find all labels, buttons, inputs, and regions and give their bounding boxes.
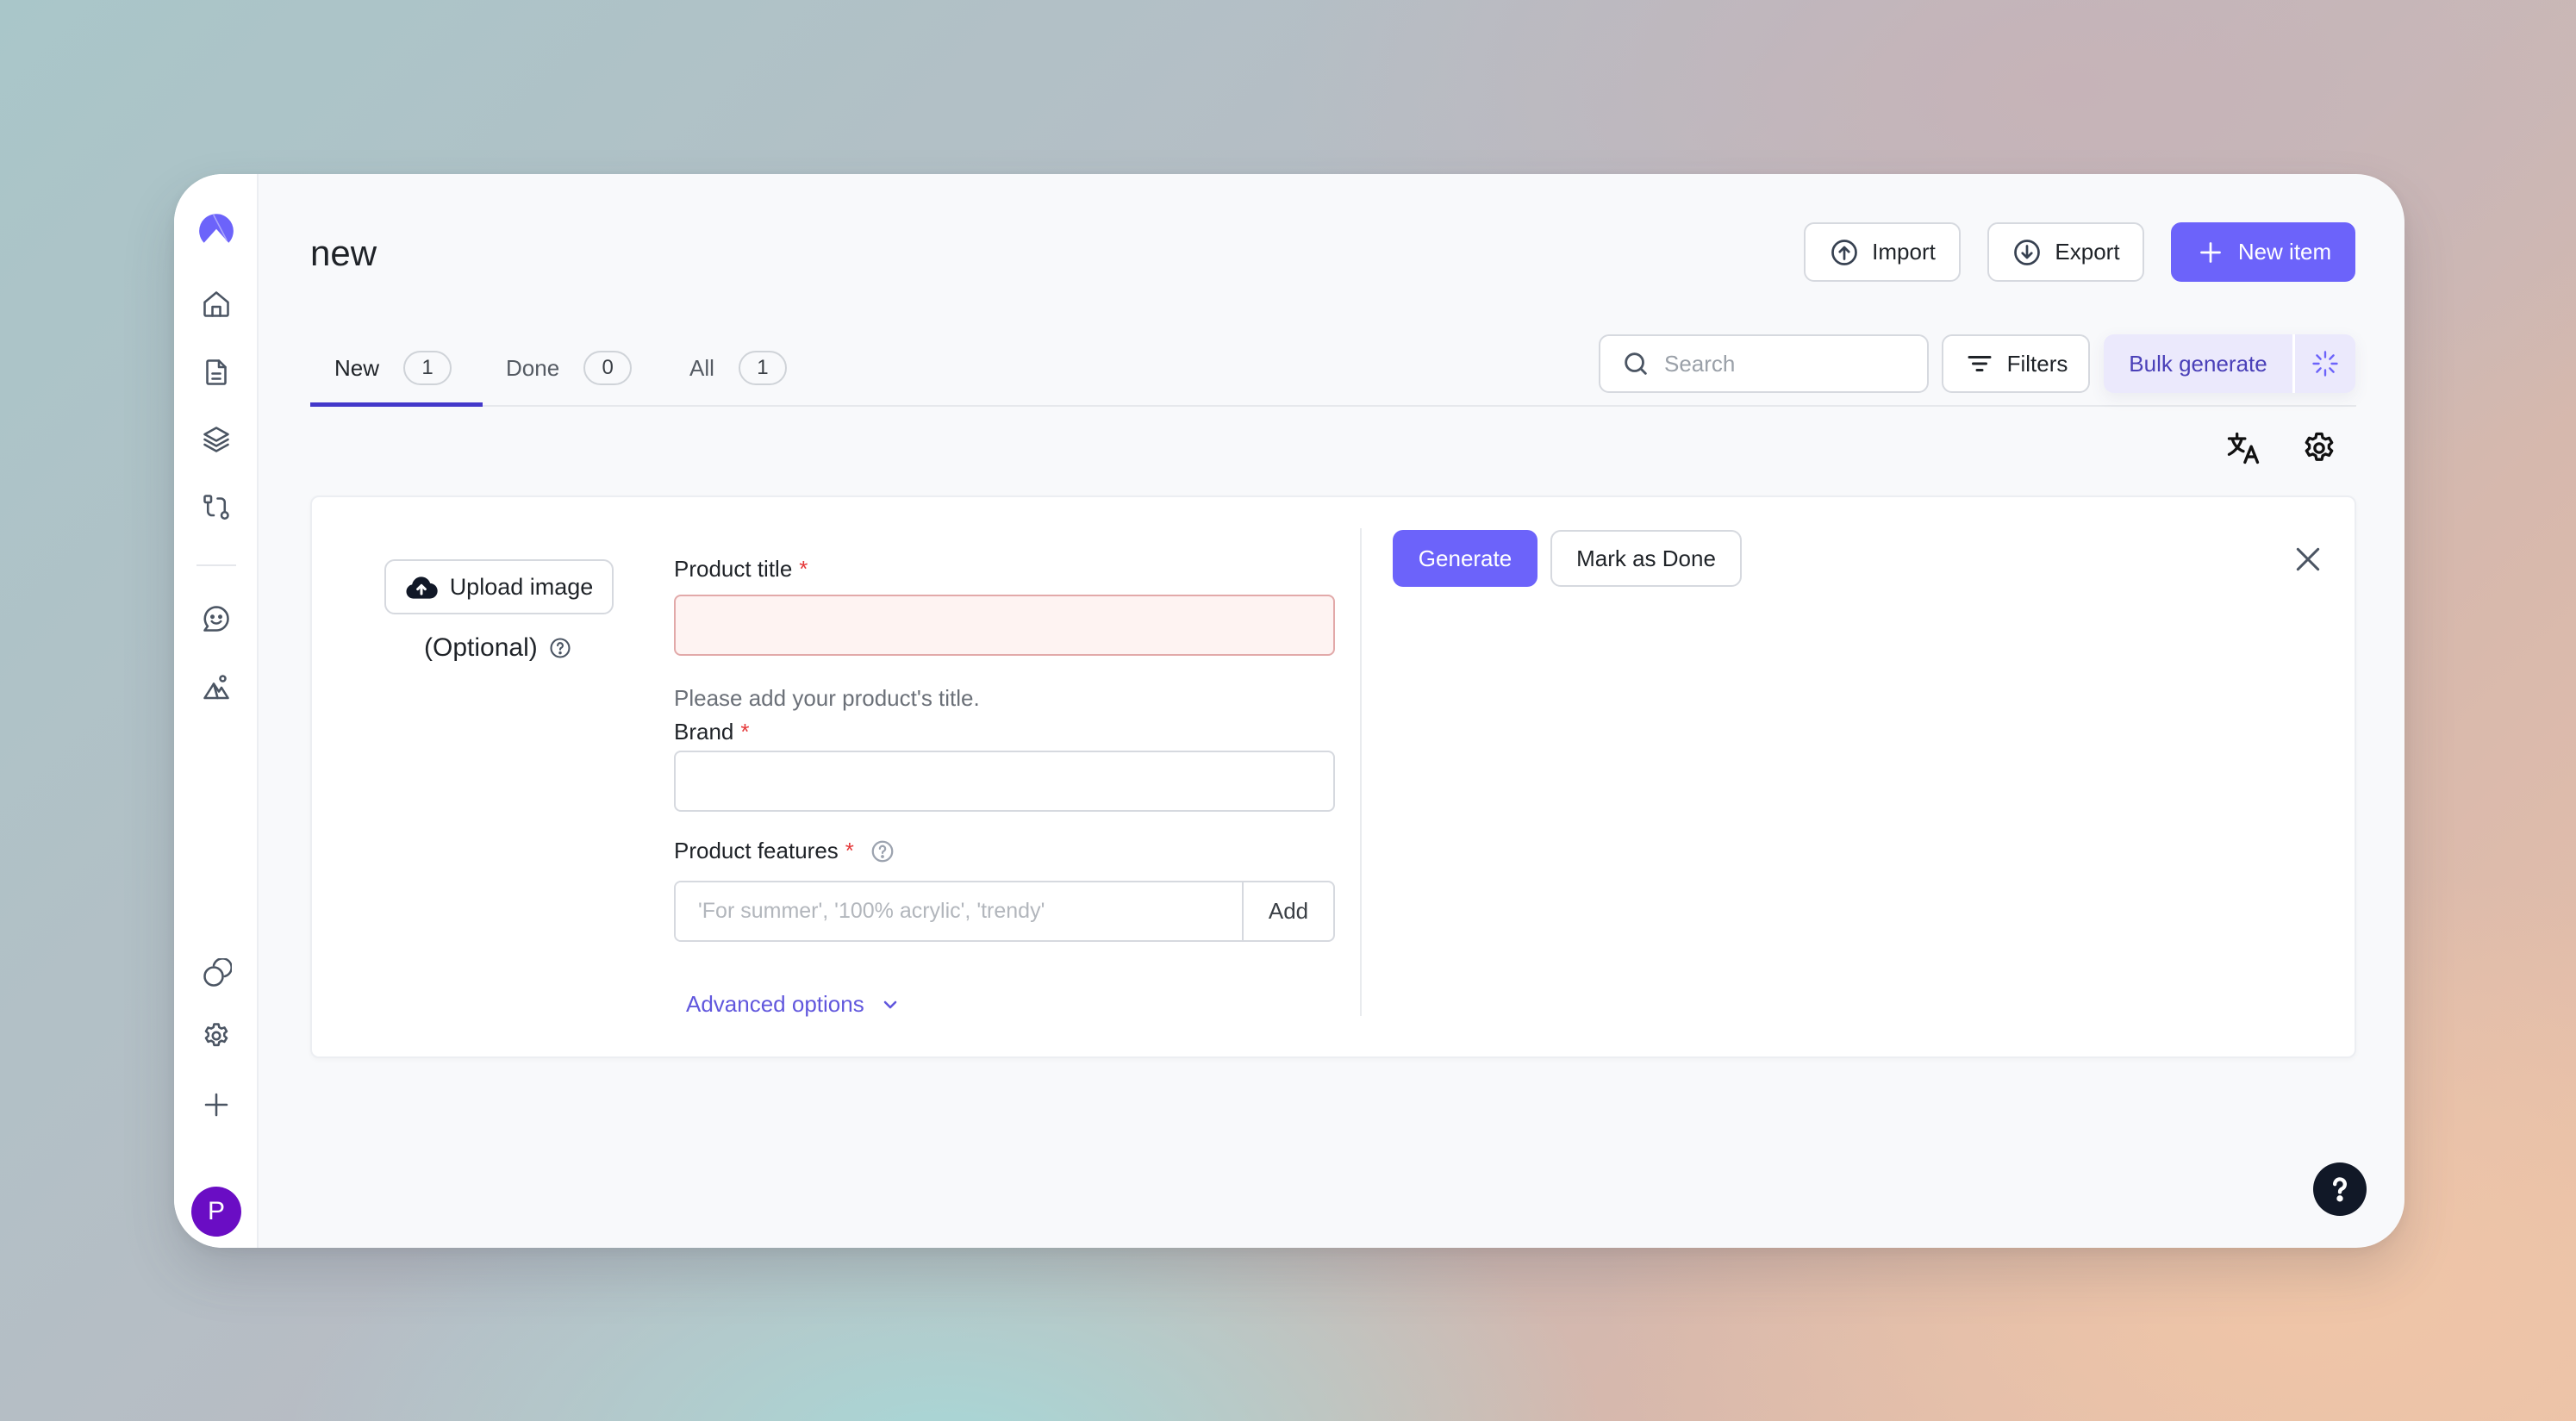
export-button[interactable]: Export (1987, 222, 2144, 282)
product-features-input[interactable] (676, 882, 1242, 940)
circles-icon (203, 958, 232, 987)
upload-image-label: Upload image (449, 573, 594, 600)
landscape-icon (203, 675, 229, 700)
search-box[interactable] (1599, 334, 1929, 393)
tab-all[interactable]: All 1 (689, 329, 787, 407)
home-icon (203, 291, 229, 317)
optional-label: (Optional) (424, 633, 538, 662)
sidebar-item-chat[interactable] (201, 603, 232, 634)
gear-icon (2305, 432, 2334, 461)
settings-button[interactable] (2300, 429, 2338, 467)
required-asterisk: * (799, 556, 808, 582)
item-card: Upload image (Optional) Product title * … (310, 495, 2356, 1058)
git-compare-icon (203, 495, 229, 520)
app-window: P new Import Export New item New 1 Done … (174, 174, 2404, 1248)
sidebar-item-settings[interactable] (201, 1020, 232, 1051)
sidebar-divider (196, 564, 236, 566)
card-divider (1360, 528, 1362, 1016)
document-icon (206, 359, 227, 385)
tab-count-badge: 1 (403, 351, 452, 385)
import-button[interactable]: Import (1804, 222, 1961, 282)
add-feature-button[interactable]: Add (1242, 882, 1333, 940)
plus-icon (204, 1093, 228, 1117)
generate-button[interactable]: Generate (1393, 530, 1537, 587)
bulk-generate-status[interactable] (2295, 334, 2355, 393)
brand-label: Brand * (674, 719, 750, 745)
sidebar-item-documents[interactable] (201, 357, 232, 388)
sidebar-item-home[interactable] (201, 289, 232, 320)
chevron-down-icon (883, 1000, 897, 1008)
search-input[interactable] (1664, 350, 1905, 377)
advanced-options-label: Advanced options (686, 991, 864, 1017)
bulk-generate-group: Bulk generate (2104, 334, 2355, 393)
chat-smile-icon (203, 606, 229, 632)
new-item-label: New item (2237, 239, 2332, 265)
product-features-label: Product features * (674, 838, 895, 864)
tabs-divider (310, 405, 2356, 407)
tab-done[interactable]: Done 0 (506, 329, 633, 407)
close-card-button[interactable] (2291, 542, 2325, 577)
sidebar-item-workflows[interactable] (201, 492, 232, 523)
bulk-generate-button[interactable]: Bulk generate (2104, 334, 2295, 393)
translate-button[interactable] (2224, 429, 2262, 467)
sidebar-item-layers[interactable] (201, 424, 232, 455)
download-circle-icon (2014, 239, 2041, 265)
sidebar-item-images[interactable] (201, 672, 232, 703)
help-circle-icon[interactable] (548, 636, 572, 660)
layers-icon (203, 427, 229, 452)
upload-optional-note: (Optional) (424, 633, 572, 663)
close-icon (2296, 547, 2320, 571)
app-logo-icon[interactable] (197, 212, 235, 250)
upload-image-button[interactable]: Upload image (384, 559, 614, 614)
product-title-label-text: Product title (674, 556, 793, 582)
upload-circle-icon (1831, 239, 1858, 265)
product-title-error: Please add your product's title. (674, 685, 980, 711)
product-features-label-text: Product features (674, 838, 839, 863)
product-features-field: Add (674, 881, 1335, 942)
new-item-button[interactable]: New item (2171, 222, 2355, 282)
sidebar: P (174, 174, 259, 1248)
advanced-options-toggle[interactable]: Advanced options (686, 991, 901, 1018)
required-asterisk: * (740, 719, 750, 745)
question-mark-icon (2333, 1177, 2347, 1202)
gear-icon (204, 1023, 228, 1047)
filter-lines-icon (1968, 356, 1992, 371)
sidebar-item-add[interactable] (201, 1089, 232, 1120)
product-title-input[interactable] (674, 595, 1335, 656)
tab-label: New (334, 354, 380, 381)
search-icon (1625, 352, 1647, 375)
translate-icon (2227, 432, 2260, 464)
filters-label: Filters (2006, 350, 2068, 377)
cloud-upload-icon (406, 577, 438, 599)
tab-count-badge: 0 (583, 351, 633, 385)
import-label: Import (1872, 239, 1936, 265)
tab-label: Done (506, 354, 560, 381)
help-circle-icon[interactable] (870, 838, 895, 864)
product-title-label: Product title * (674, 556, 808, 583)
brand-input[interactable] (674, 751, 1335, 812)
plus-icon (2199, 241, 2221, 263)
sidebar-item-integrations[interactable] (201, 958, 232, 989)
user-avatar[interactable]: P (191, 1187, 241, 1237)
page-title: new (310, 233, 377, 273)
tab-count-badge: 1 (738, 351, 787, 385)
loading-spinner-icon (2312, 351, 2338, 377)
brand-label-text: Brand (674, 719, 734, 745)
required-asterisk: * (845, 838, 854, 863)
help-button[interactable] (2313, 1162, 2367, 1216)
export-label: Export (2055, 239, 2120, 265)
tab-label: All (689, 354, 714, 381)
mark-as-done-button[interactable]: Mark as Done (1550, 530, 1742, 587)
filters-button[interactable]: Filters (1942, 334, 2090, 393)
active-tab-indicator (310, 402, 483, 407)
tab-new[interactable]: New 1 (334, 329, 452, 407)
